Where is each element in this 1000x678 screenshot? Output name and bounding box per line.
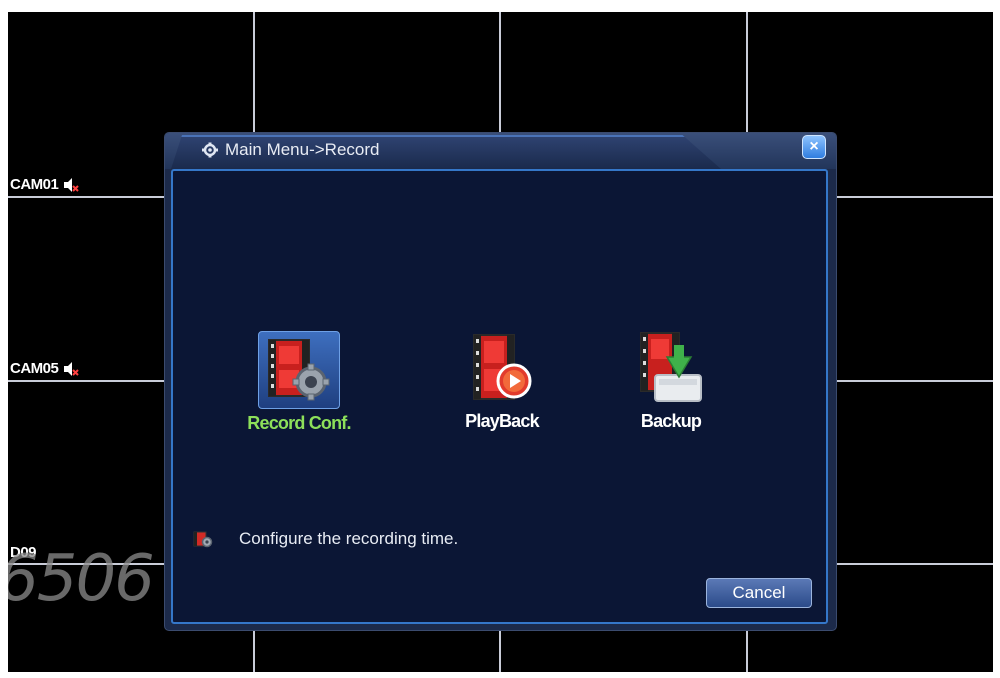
menu-item-record-conf[interactable]: Record Conf. bbox=[229, 331, 369, 434]
playback-tile bbox=[462, 331, 542, 407]
record-menu-dialog: Main Menu->Record × Record Conf. PlayBac… bbox=[165, 133, 836, 630]
close-button[interactable]: × bbox=[802, 135, 826, 159]
backup-icon bbox=[640, 332, 702, 402]
menu-item-label: Record Conf. bbox=[247, 413, 351, 433]
menu-item-backup[interactable]: Backup bbox=[601, 331, 741, 432]
camera-label-cam05: CAM05 bbox=[10, 360, 80, 377]
record-conf-icon bbox=[268, 339, 330, 401]
menu-item-label: Backup bbox=[640, 411, 702, 431]
speaker-muted-icon bbox=[64, 361, 80, 376]
camera-label-cam01: CAM01 bbox=[10, 176, 80, 193]
dialog-content: Record Conf. PlayBack Backup Configure t… bbox=[171, 169, 828, 624]
menu-item-label: PlayBack bbox=[465, 411, 539, 431]
watermark-text: 6506 bbox=[8, 542, 155, 616]
hint-row: Configure the recording time. bbox=[193, 529, 458, 549]
dialog-title: Main Menu->Record bbox=[201, 140, 380, 160]
playback-icon bbox=[473, 334, 532, 400]
backup-tile bbox=[631, 331, 711, 407]
speaker-muted-icon bbox=[64, 177, 80, 192]
cancel-button[interactable]: Cancel bbox=[706, 578, 812, 608]
hint-text: Configure the recording time. bbox=[239, 529, 459, 548]
menu-gear-icon bbox=[202, 142, 218, 158]
close-icon: × bbox=[809, 138, 819, 155]
record-conf-small-icon bbox=[193, 531, 213, 548]
menu-item-playback[interactable]: PlayBack bbox=[432, 331, 572, 432]
dialog-title-bar: Main Menu->Record × bbox=[165, 133, 836, 169]
record-conf-tile bbox=[258, 331, 340, 409]
